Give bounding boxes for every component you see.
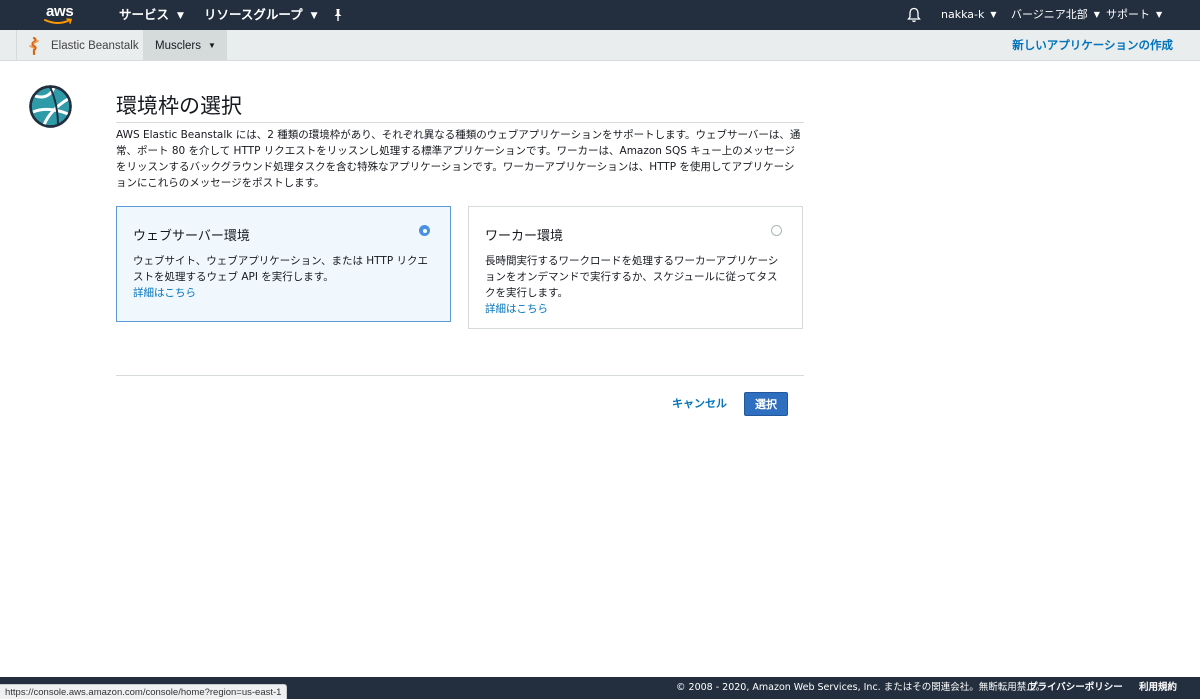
web-server-tier-radio[interactable] bbox=[419, 225, 430, 236]
chevron-down-icon: ▼ bbox=[1093, 10, 1100, 19]
worker-tier-title: ワーカー環境 bbox=[485, 229, 564, 244]
region-label: バージニア北部 bbox=[1011, 8, 1088, 21]
terms-of-use-link[interactable]: 利用規約 bbox=[1139, 677, 1177, 699]
service-bar: Elastic Beanstalk Musclers ▼ 新しいアプリケーションの… bbox=[0, 30, 1200, 61]
support-label: サポート bbox=[1106, 8, 1150, 21]
services-menu[interactable]: サービス ▼ bbox=[119, 0, 184, 30]
application-menu[interactable]: Musclers ▼ bbox=[143, 30, 227, 61]
web-server-learn-more-link[interactable]: 詳細はこちら bbox=[133, 285, 434, 301]
web-server-tier-card[interactable]: ウェブサーバー環境 ウェブサイト、ウェブアプリケーション、または HTTP リク… bbox=[116, 206, 451, 322]
pin-icon[interactable] bbox=[331, 8, 345, 22]
chevron-down-icon: ▼ bbox=[310, 11, 318, 21]
actions-divider bbox=[116, 375, 804, 376]
elastic-beanstalk-home-link[interactable]: Elastic Beanstalk bbox=[16, 30, 151, 61]
web-server-tier-title: ウェブサーバー環境 bbox=[133, 229, 250, 244]
chevron-down-icon: ▼ bbox=[208, 41, 216, 50]
cancel-button[interactable]: キャンセル bbox=[672, 392, 727, 416]
resource-groups-menu[interactable]: リソースグループ ▼ bbox=[204, 0, 318, 30]
create-application-link[interactable]: 新しいアプリケーションの作成 bbox=[1012, 30, 1173, 61]
service-name: Elastic Beanstalk bbox=[51, 39, 139, 52]
web-server-tier-description: ウェブサイト、ウェブアプリケーション、または HTTP リクエストを処理するウェ… bbox=[133, 255, 428, 283]
copyright-text: © 2008 - 2020, Amazon Web Services, Inc.… bbox=[676, 682, 1046, 693]
chevron-down-icon: ▼ bbox=[1156, 10, 1163, 19]
worker-tier-radio[interactable] bbox=[771, 225, 782, 236]
chevron-down-icon: ▼ bbox=[177, 11, 184, 21]
select-button[interactable]: 選択 bbox=[744, 392, 788, 416]
environment-globe-icon bbox=[29, 85, 72, 128]
page-title: 環境枠の選択 bbox=[116, 94, 242, 118]
title-divider bbox=[116, 122, 804, 123]
application-name: Musclers bbox=[155, 39, 202, 52]
privacy-policy-link[interactable]: プライバシーポリシー bbox=[1028, 677, 1123, 699]
worker-learn-more-link[interactable]: 詳細はこちら bbox=[485, 301, 786, 317]
services-label: サービス bbox=[119, 7, 170, 22]
status-bar-url: https://console.aws.amazon.com/console/h… bbox=[0, 684, 288, 699]
aws-smile-icon bbox=[44, 18, 73, 24]
worker-tier-description: 長時間実行するワークロードを処理するワーカーアプリケーションをオンデマンドで実行… bbox=[485, 255, 779, 299]
resource-groups-label: リソースグループ bbox=[204, 7, 303, 22]
chevron-down-icon: ▼ bbox=[990, 10, 997, 19]
support-menu[interactable]: サポート ▼ bbox=[1106, 0, 1162, 30]
account-menu[interactable]: nakka-k ▼ bbox=[941, 0, 997, 30]
worker-tier-card[interactable]: ワーカー環境 長時間実行するワークロードを処理するワーカーアプリケーションをオン… bbox=[468, 206, 803, 329]
account-label: nakka-k bbox=[941, 8, 985, 21]
bell-icon[interactable] bbox=[907, 7, 921, 23]
aws-logo[interactable]: aws bbox=[44, 3, 80, 27]
top-navigation: aws サービス ▼ リソースグループ ▼ nakka-k ▼ バージニア北部 ▼ サポ… bbox=[0, 0, 1200, 30]
elastic-beanstalk-icon bbox=[29, 36, 39, 55]
tier-description: AWS Elastic Beanstalk には、2 種類の環境枠があり、それぞ… bbox=[116, 129, 801, 189]
region-menu[interactable]: バージニア北部 ▼ bbox=[1011, 0, 1100, 30]
